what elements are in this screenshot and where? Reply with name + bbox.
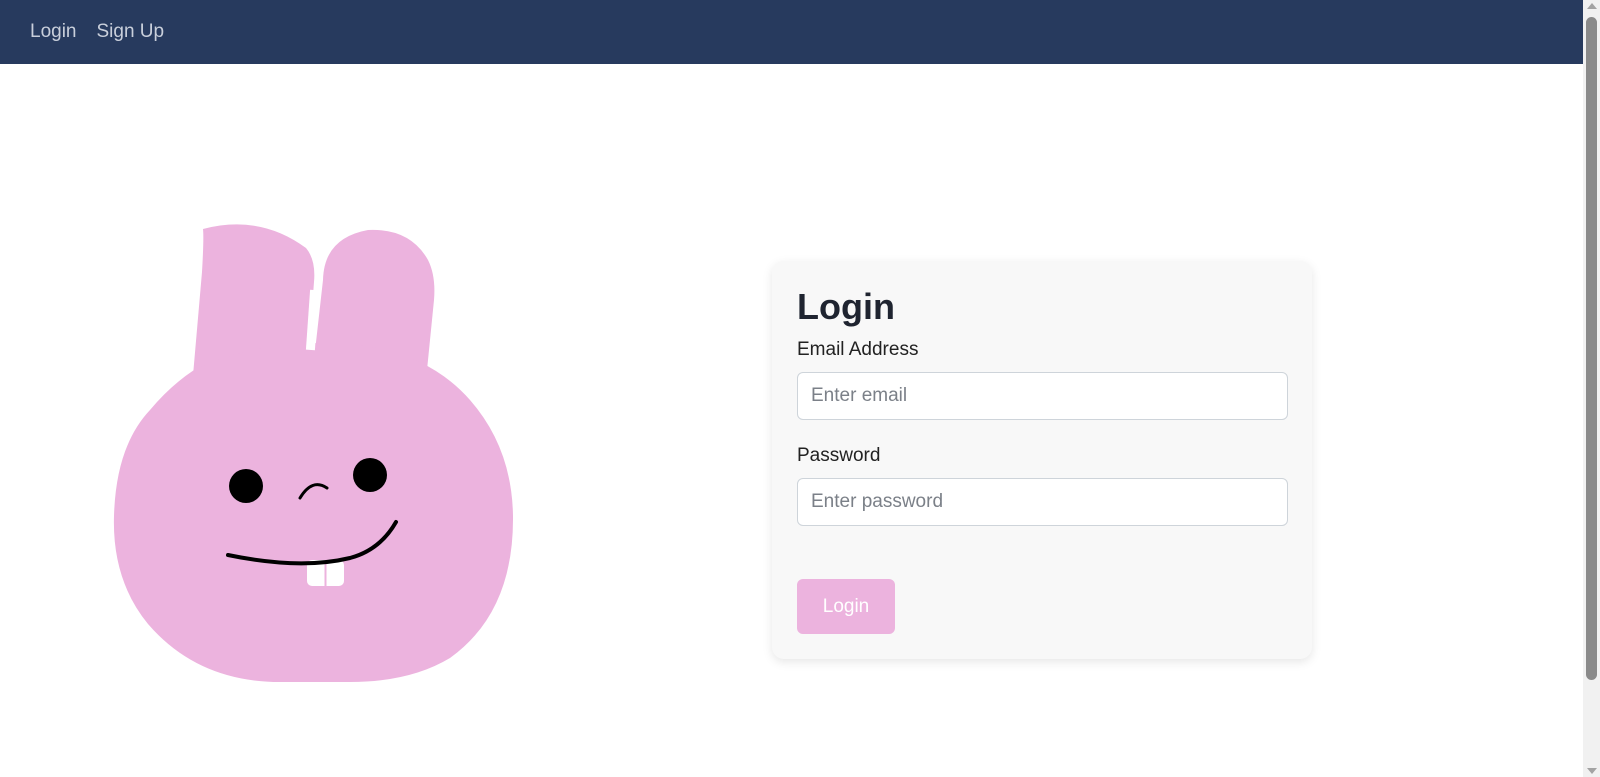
login-button[interactable]: Login <box>797 579 895 634</box>
email-label: Email Address <box>797 339 919 360</box>
vertical-scrollbar[interactable] <box>1583 0 1600 777</box>
scroll-down-arrow-icon[interactable] <box>1587 768 1597 774</box>
nav-signup-link[interactable]: Sign Up <box>97 21 165 43</box>
login-title: Login <box>797 286 895 327</box>
bunny-right-eye <box>353 458 387 492</box>
email-field[interactable] <box>797 372 1288 420</box>
nav-login-link[interactable]: Login <box>30 21 77 43</box>
scroll-thumb[interactable] <box>1586 17 1597 680</box>
bunny-head <box>113 343 514 682</box>
password-label: Password <box>797 445 881 466</box>
top-navbar: Login Sign Up <box>0 0 1583 64</box>
bunny-left-eye <box>229 469 263 503</box>
bunny-illustration <box>113 224 514 682</box>
scroll-up-arrow-icon[interactable] <box>1587 3 1597 9</box>
login-card: Login Email Address Password Login <box>772 261 1312 659</box>
password-field[interactable] <box>797 478 1288 526</box>
